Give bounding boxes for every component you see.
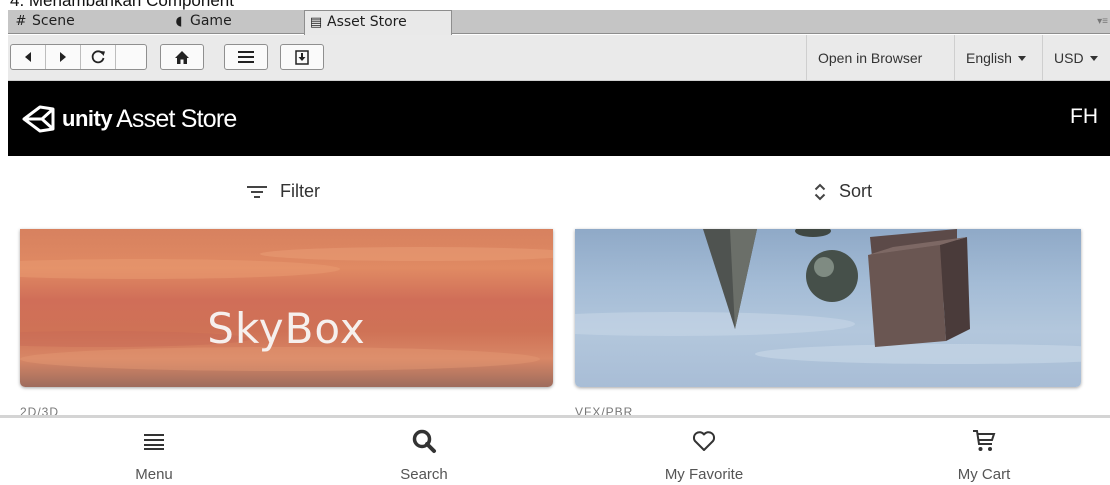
- tab-menu-icon[interactable]: ▾≡: [1097, 16, 1108, 27]
- menu-button[interactable]: [224, 44, 268, 70]
- filter-sort-bar: Filter Sort: [8, 156, 1110, 228]
- scene-icon: #: [15, 14, 27, 29]
- tab-game[interactable]: ◖ Game: [168, 10, 298, 34]
- card-title: SkyBox: [207, 304, 366, 353]
- reload-icon: [91, 50, 105, 64]
- open-in-browser-link[interactable]: Open in Browser: [806, 35, 954, 81]
- language-dropdown[interactable]: English: [954, 35, 1042, 81]
- nav-search[interactable]: Search: [344, 425, 504, 483]
- filter-button[interactable]: Filter: [247, 181, 320, 202]
- game-icon: ◖: [175, 14, 183, 29]
- tab-asset-store[interactable]: ▤ Asset Store: [304, 10, 452, 35]
- reload-button[interactable]: [81, 45, 115, 69]
- home-button[interactable]: [160, 44, 204, 70]
- forward-button[interactable]: [46, 45, 80, 69]
- shapes-thumbnail: [575, 229, 1081, 364]
- unity-logo-icon: [22, 105, 55, 133]
- editor-tab-bar: # Scene ◖ Game ▤ Asset Store ▾≡: [8, 10, 1110, 35]
- forward-arrow-icon: [60, 52, 66, 62]
- chevron-down-icon: [1089, 56, 1098, 61]
- sort-button[interactable]: Sort: [814, 181, 872, 202]
- currency-dropdown[interactable]: USD: [1042, 35, 1110, 81]
- browser-toolbar: Open in Browser English USD: [8, 35, 1110, 81]
- back-button[interactable]: [11, 45, 45, 69]
- nav-my-favorite[interactable]: My Favorite: [624, 425, 784, 483]
- store-icon: ▤: [309, 15, 323, 30]
- cart-icon: [973, 430, 996, 451]
- asset-card-skybox[interactable]: SkyBox: [20, 229, 553, 387]
- navigation-button-group: [10, 44, 147, 70]
- user-initials-avatar[interactable]: FH: [1070, 105, 1098, 129]
- hamburger-icon: [238, 51, 254, 63]
- menu-icon: [144, 434, 164, 450]
- heart-icon: [692, 431, 716, 451]
- filter-icon: [247, 185, 267, 198]
- nav-my-cart[interactable]: My Cart: [904, 425, 1064, 483]
- nav-menu[interactable]: Menu: [74, 425, 234, 483]
- bottom-navigation: Menu Search My Favorite My Cart: [0, 415, 1110, 485]
- asset-card-shapes[interactable]: [575, 229, 1081, 387]
- search-icon: [412, 429, 436, 453]
- chevron-down-icon: [1017, 56, 1026, 61]
- home-icon: [175, 50, 189, 64]
- back-arrow-icon: [25, 52, 31, 62]
- tab-scene[interactable]: # Scene: [10, 10, 160, 34]
- unity-asset-store-logo[interactable]: unity Asset Store: [20, 104, 237, 134]
- sort-icon: [814, 183, 826, 200]
- store-header: unity Asset Store FH: [8, 81, 1110, 156]
- download-button[interactable]: [280, 44, 324, 70]
- download-icon: [295, 50, 309, 65]
